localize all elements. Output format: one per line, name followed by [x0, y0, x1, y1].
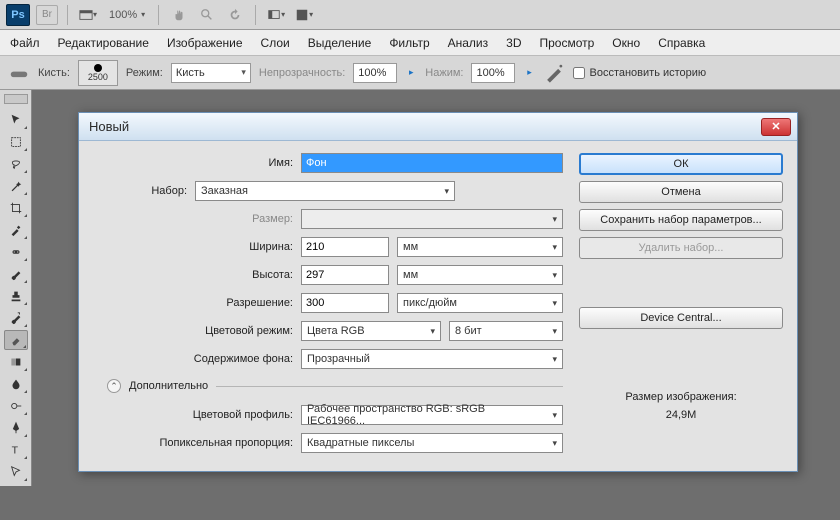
mode-select[interactable]: Кисть	[171, 63, 251, 83]
eyedropper-tool-icon[interactable]	[4, 220, 28, 240]
bgcontents-select[interactable]: Прозрачный	[301, 349, 563, 369]
height-unit-select[interactable]: мм	[397, 265, 563, 285]
name-input[interactable]	[301, 153, 563, 173]
menu-edit[interactable]: Редактирование	[58, 36, 149, 50]
tool-panel-grip[interactable]	[4, 94, 28, 104]
menu-window[interactable]: Окно	[612, 36, 640, 50]
pressure-arrow-icon[interactable]: ▸	[523, 63, 535, 83]
options-bar: Кисть: 2500 Режим: Кисть Непрозрачность:…	[0, 56, 840, 90]
app-header: Ps Br ▾ 100%▾ ▾ ▾	[0, 0, 840, 30]
mode-label: Режим:	[126, 67, 163, 79]
save-preset-button[interactable]: Сохранить набор параметров...	[579, 209, 783, 231]
advanced-toggle-icon[interactable]: ⌃	[107, 379, 121, 393]
close-button[interactable]: ✕	[761, 118, 791, 136]
colormode-select[interactable]: Цвета RGB	[301, 321, 441, 341]
stamp-tool-icon[interactable]	[4, 286, 28, 306]
pressure-value[interactable]: 100%	[471, 63, 515, 83]
size-label: Размер:	[93, 213, 293, 225]
pressure-label: Нажим:	[425, 67, 463, 79]
menu-help[interactable]: Справка	[658, 36, 705, 50]
film-icon[interactable]: ▾	[77, 5, 99, 25]
arrange-icon[interactable]: ▾	[293, 5, 315, 25]
new-document-dialog: Новый ✕ Имя: Набор: Заказная Размер: Шир…	[78, 112, 798, 472]
resolution-input[interactable]	[301, 293, 389, 313]
marquee-tool-icon[interactable]	[4, 132, 28, 152]
move-tool-icon[interactable]	[4, 110, 28, 130]
dialog-title: Новый	[89, 119, 129, 134]
dodge-tool-icon[interactable]	[4, 396, 28, 416]
colordepth-select[interactable]: 8 бит	[449, 321, 563, 341]
history-brush-tool-icon[interactable]	[4, 308, 28, 328]
crop-tool-icon[interactable]	[4, 198, 28, 218]
ok-button[interactable]: ОК	[579, 153, 783, 175]
pen-tool-icon[interactable]	[4, 418, 28, 438]
resolution-label: Разрешение:	[93, 297, 293, 309]
menu-filter[interactable]: Фильтр	[389, 36, 429, 50]
restore-history-check[interactable]: Восстановить историю	[573, 67, 706, 79]
opacity-label: Непрозрачность:	[259, 67, 345, 79]
preset-select[interactable]: Заказная	[195, 181, 455, 201]
width-unit-select[interactable]: мм	[397, 237, 563, 257]
brush-tool-icon[interactable]	[4, 264, 28, 284]
size-select[interactable]	[301, 209, 563, 229]
menu-3d[interactable]: 3D	[506, 36, 521, 50]
advanced-label: Дополнительно	[129, 380, 208, 392]
height-input[interactable]	[301, 265, 389, 285]
colorprofile-label: Цветовой профиль:	[93, 409, 293, 421]
width-input[interactable]	[301, 237, 389, 257]
type-tool-icon[interactable]: T	[4, 440, 28, 460]
wand-tool-icon[interactable]	[4, 176, 28, 196]
brush-preview[interactable]: 2500	[78, 60, 118, 86]
colorprofile-select[interactable]: Рабочее пространство RGB: sRGB IEC61966.…	[301, 405, 563, 425]
heal-tool-icon[interactable]	[4, 242, 28, 262]
path-tool-icon[interactable]	[4, 462, 28, 482]
image-size-label: Размер изображения:	[579, 391, 783, 403]
blur-tool-icon[interactable]	[4, 374, 28, 394]
image-size-value: 24,9M	[579, 409, 783, 421]
rotate-icon[interactable]	[224, 5, 246, 25]
current-tool-icon[interactable]	[8, 63, 30, 83]
menu-layer[interactable]: Слои	[261, 36, 290, 50]
svg-text:T: T	[11, 445, 18, 457]
width-label: Ширина:	[93, 241, 293, 253]
pixelratio-label: Попиксельная пропорция:	[93, 437, 293, 449]
eraser-tool-icon[interactable]	[4, 330, 28, 350]
menu-bar: Файл Редактирование Изображение Слои Выд…	[0, 30, 840, 56]
menu-analysis[interactable]: Анализ	[448, 36, 489, 50]
opacity-arrow-icon[interactable]: ▸	[405, 63, 417, 83]
preset-label: Набор:	[93, 185, 187, 197]
colormode-label: Цветовой режим:	[93, 325, 293, 337]
zoom-level[interactable]: 100%▾	[105, 9, 149, 21]
bgcontents-label: Содержимое фона:	[93, 353, 293, 365]
name-label: Имя:	[93, 157, 293, 169]
app-logo-bridge[interactable]: Br	[36, 5, 58, 25]
cancel-button[interactable]: Отмена	[579, 181, 783, 203]
gradient-tool-icon[interactable]	[4, 352, 28, 372]
device-central-button[interactable]: Device Central...	[579, 307, 783, 329]
brush-label: Кисть:	[38, 67, 70, 79]
airbrush-icon[interactable]	[543, 63, 565, 83]
menu-select[interactable]: Выделение	[308, 36, 372, 50]
tool-panel: T	[0, 90, 32, 486]
menu-view[interactable]: Просмотр	[539, 36, 594, 50]
menu-image[interactable]: Изображение	[167, 36, 243, 50]
app-logo-ps[interactable]: Ps	[6, 4, 30, 26]
pixelratio-select[interactable]: Квадратные пикселы	[301, 433, 563, 453]
dialog-titlebar[interactable]: Новый ✕	[79, 113, 797, 141]
screen-mode-icon[interactable]: ▾	[265, 5, 287, 25]
height-label: Высота:	[93, 269, 293, 281]
resolution-unit-select[interactable]: пикс/дюйм	[397, 293, 563, 313]
menu-file[interactable]: Файл	[10, 36, 40, 50]
delete-preset-button[interactable]: Удалить набор...	[579, 237, 783, 259]
opacity-value[interactable]: 100%	[353, 63, 397, 83]
hand-icon[interactable]	[168, 5, 190, 25]
lasso-tool-icon[interactable]	[4, 154, 28, 174]
zoom-icon[interactable]	[196, 5, 218, 25]
